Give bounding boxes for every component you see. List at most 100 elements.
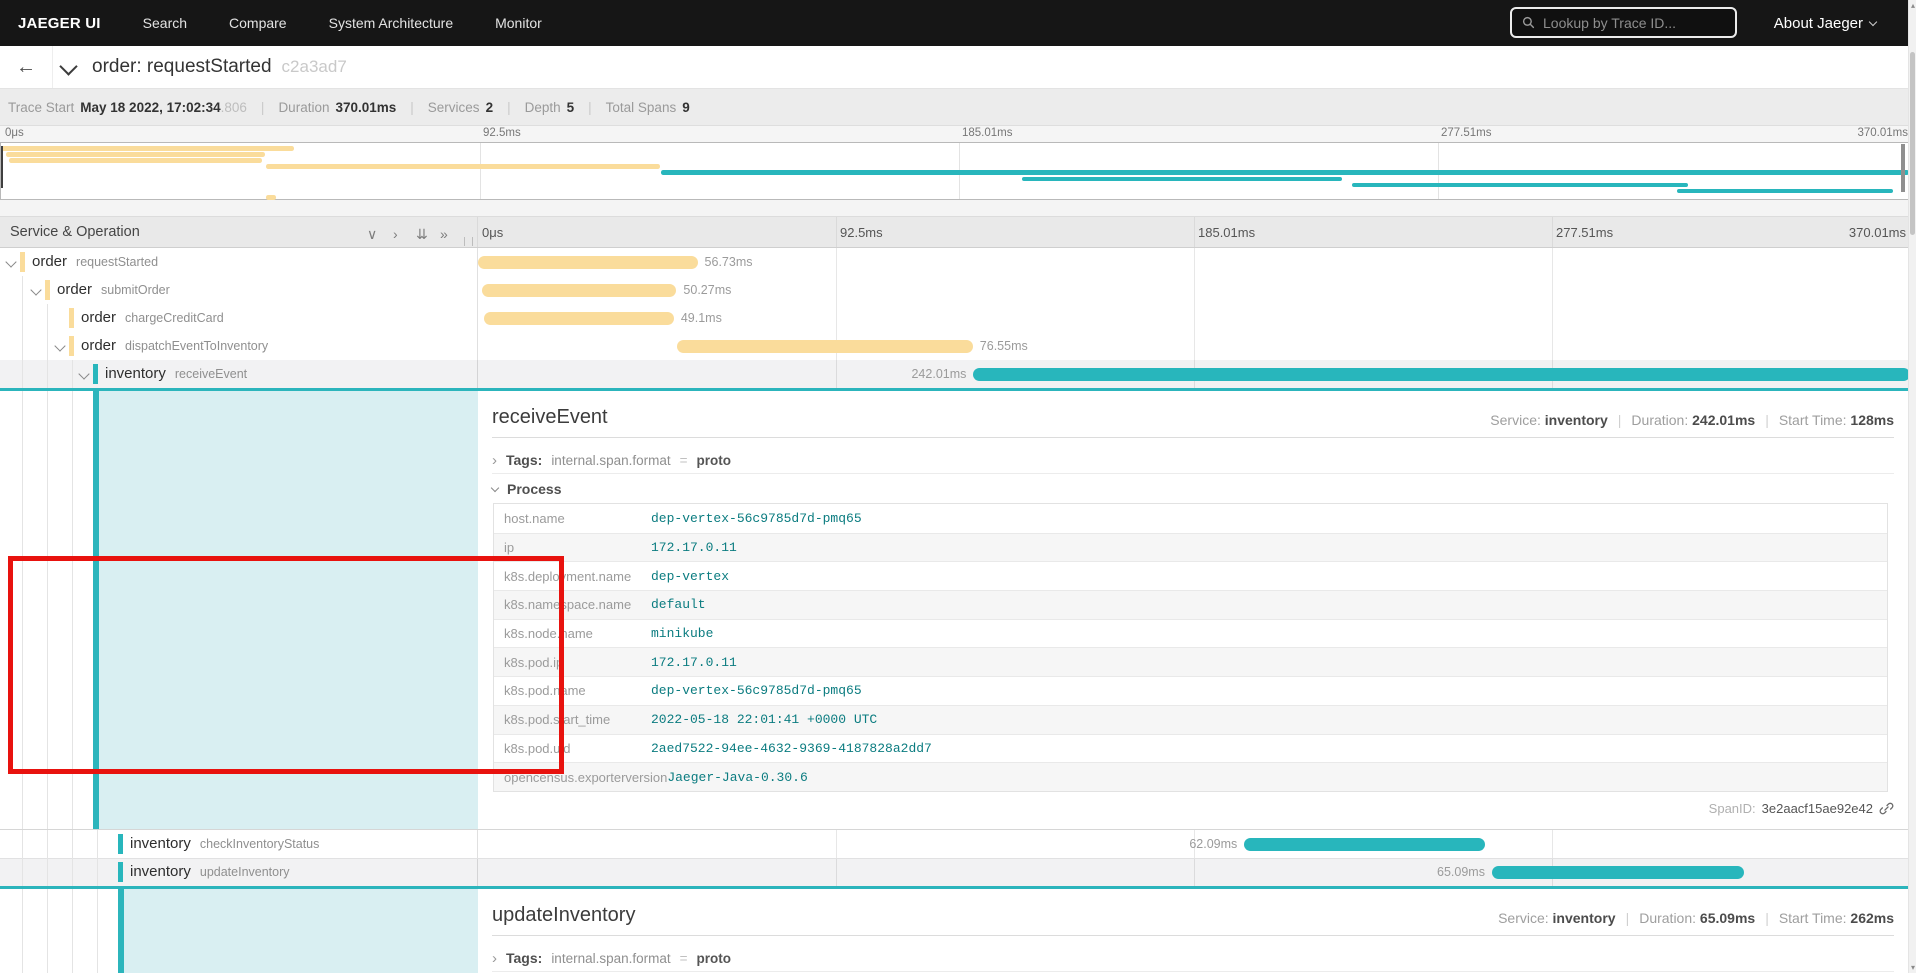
kv-row-ip[interactable]: ip172.17.0.11: [494, 533, 1887, 562]
detail-title: receiveEvent: [492, 406, 608, 429]
span-operation-name: chargeCreditCard: [125, 311, 224, 325]
minimap-span-bar: [661, 170, 1909, 175]
span-service-name: orderdispatchEventToInventory: [81, 337, 268, 354]
minimap-span-bar: [1, 146, 294, 151]
jaeger-trace-page: JAEGER UI Search Compare System Architec…: [0, 0, 1916, 973]
span-duration-bar[interactable]: [677, 340, 973, 353]
span-duration-bar[interactable]: [1244, 838, 1484, 851]
timeline-tick-label: 0μs: [482, 225, 503, 240]
span-duration-bar[interactable]: [1492, 866, 1744, 879]
copy-link-icon[interactable]: [1879, 801, 1894, 816]
span-row-submitOrder[interactable]: ordersubmitOrder 50.27ms: [0, 276, 1916, 304]
collapse-all-icon[interactable]: ⇊: [416, 226, 428, 243]
minimap-span-bar: [266, 164, 661, 169]
minimap-span-bar: [9, 158, 262, 163]
trace-id-search-input[interactable]: Lookup by Trace ID...: [1510, 7, 1737, 38]
collapse-one-icon[interactable]: ∨: [367, 226, 377, 243]
span-rows-area: orderrequestStarted 56.73ms ordersubmitOrd…: [0, 248, 1916, 973]
span-service-name: ordersubmitOrder: [57, 281, 170, 298]
kv-row-host.name[interactable]: host.namedep-vertex-56c9785d7d-pmq65: [494, 504, 1887, 533]
timeline-tick-label: 370.01ms: [1849, 225, 1906, 240]
minimap-tick-label: 92.5ms: [483, 127, 521, 139]
kv-row-k8s.node.name[interactable]: k8s.node.nameminikube: [494, 619, 1887, 648]
span-duration-label: 56.73ms: [705, 255, 753, 269]
kv-row-k8s.namespace.name[interactable]: k8s.namespace.namedefault: [494, 590, 1887, 619]
back-button[interactable]: ←: [0, 46, 53, 88]
span-row-checkInventoryStatus[interactable]: inventorycheckInventoryStatus62.09ms: [0, 830, 1916, 859]
kv-row-k8s.pod.start_time[interactable]: k8s.pod.start_time2022-05-18 22:01:41 +0…: [494, 705, 1887, 734]
minimap-tick-label: 185.01ms: [962, 127, 1013, 139]
kv-row-opencensus.exporterversion[interactable]: opencensus.exporterversionJaeger-Java-0.…: [494, 762, 1887, 791]
collapse-trace-chevron-icon[interactable]: [59, 57, 77, 75]
detail-tree-fill: [99, 391, 478, 829]
minimap-right-scrubber[interactable]: [1901, 144, 1905, 192]
span-row-requestStarted[interactable]: orderrequestStarted 56.73ms: [0, 248, 1916, 276]
expand-one-icon[interactable]: ›: [393, 226, 398, 242]
app-logo[interactable]: JAEGER UI: [18, 15, 101, 32]
span-toggle-chevron-icon[interactable]: [78, 368, 89, 379]
nav-item-system-architecture[interactable]: System Architecture: [329, 15, 454, 31]
top-nav: JAEGER UI Search Compare System Architec…: [0, 0, 1916, 46]
tags-accordion[interactable]: ›Tags:internal.span.format=proto: [492, 447, 1894, 474]
span-row-receiveEvent[interactable]: inventoryreceiveEvent242.01ms: [0, 360, 1916, 391]
detail-tree-fill: [124, 889, 478, 973]
expand-all-icon[interactable]: »: [440, 226, 448, 242]
timeline-tick-label: 277.51ms: [1556, 225, 1613, 240]
total-spans-value: 9: [682, 100, 690, 115]
span-duration-bar[interactable]: [973, 368, 1910, 381]
span-service-name: orderrequestStarted: [32, 253, 158, 270]
nav-item-compare[interactable]: Compare: [229, 15, 287, 31]
minimap-span-bar: [266, 195, 276, 200]
nav-item-search[interactable]: Search: [143, 15, 187, 31]
span-color-accent: [69, 308, 74, 328]
span-row-chargeCreditCard[interactable]: orderchargeCreditCard 49.1ms: [0, 304, 1916, 332]
process-accordion[interactable]: Process: [492, 477, 561, 501]
minimap-left-scrubber[interactable]: [1, 146, 3, 188]
trace-start-label: Trace Start: [8, 100, 74, 115]
span-duration-label: 76.55ms: [980, 339, 1028, 353]
column-resizer-handle[interactable]: [464, 237, 473, 246]
span-duration-label: 49.1ms: [681, 311, 722, 325]
about-jaeger-menu[interactable]: About Jaeger: [1774, 0, 1876, 46]
kv-row-k8s.deployment.name[interactable]: k8s.deployment.namedep-vertex: [494, 561, 1887, 590]
span-service-name: inventoryreceiveEvent: [105, 365, 247, 382]
search-icon: [1522, 16, 1535, 29]
scrollbar-thumb[interactable]: [1910, 52, 1915, 235]
span-color-accent: [118, 862, 123, 882]
span-toggle-chevron-icon[interactable]: [5, 256, 16, 267]
minimap-ruler: 0μs92.5ms185.01ms277.51ms370.01ms: [0, 126, 1916, 142]
minimap-tick-label: 277.51ms: [1441, 127, 1492, 139]
nav-item-monitor[interactable]: Monitor: [495, 15, 542, 31]
kv-row-k8s.pod.name[interactable]: k8s.pod.namedep-vertex-56c9785d7d-pmq65: [494, 676, 1887, 705]
span-duration-bar[interactable]: [484, 312, 674, 325]
vertical-scrollbar[interactable]: ▴ ▾: [1908, 0, 1916, 973]
scroll-down-icon[interactable]: ▾: [1909, 963, 1916, 972]
span-duration-bar[interactable]: [482, 284, 677, 297]
tags-accordion[interactable]: ›Tags:internal.span.format=proto: [492, 945, 1894, 972]
scroll-up-icon[interactable]: ▴: [1909, 1, 1916, 10]
span-duration-bar[interactable]: [478, 256, 698, 269]
span-duration-label: 65.09ms: [1437, 865, 1485, 879]
kv-row-k8s.pod.ip[interactable]: k8s.pod.ip172.17.0.11: [494, 647, 1887, 676]
detail-meta: Service: inventory|Duration: 65.09ms|Sta…: [1498, 910, 1894, 926]
minimap-span-bar: [1677, 189, 1894, 194]
process-kv-table: host.namedep-vertex-56c9785d7d-pmq65ip17…: [493, 503, 1888, 792]
span-color-accent: [69, 336, 74, 356]
kv-row-k8s.pod.uid[interactable]: k8s.pod.uid2aed7522-94ee-4632-9369-41878…: [494, 734, 1887, 763]
search-placeholder: Lookup by Trace ID...: [1543, 15, 1676, 31]
span-duration-label: 50.27ms: [683, 283, 731, 297]
span-row-updateInventory[interactable]: inventoryupdateInventory 65.09ms: [0, 858, 1916, 889]
minimap-span-bar: [1022, 177, 1342, 182]
span-toggle-chevron-icon[interactable]: [30, 284, 41, 295]
depth-label: Depth: [525, 100, 561, 115]
span-service-name: orderchargeCreditCard: [81, 309, 224, 326]
span-toggle-chevron-icon[interactable]: [54, 340, 65, 351]
service-operation-header: Service & Operation: [10, 224, 140, 240]
span-row-dispatchEventToInventory[interactable]: orderdispatchEventToInventory 76.55ms: [0, 332, 1916, 360]
minimap-canvas[interactable]: [0, 142, 1910, 200]
span-service-name: inventoryupdateInventory: [130, 863, 290, 880]
span-id-footer: SpanID:3e2aacf15ae92e42: [1709, 801, 1894, 816]
minimap-tick-label: 0μs: [5, 127, 24, 139]
accordion-caret-icon: ›: [492, 452, 497, 469]
span-detail-receive-event: receiveEventService: inventory|Duration:…: [0, 391, 1916, 830]
